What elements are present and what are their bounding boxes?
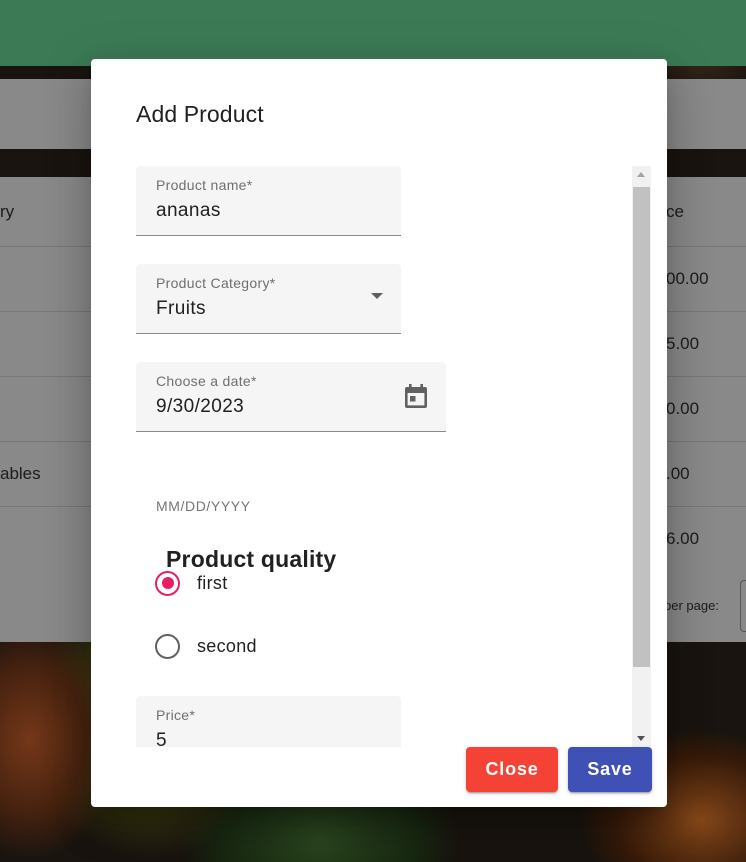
- quality-option-first-label: first: [197, 572, 228, 593]
- quality-option-second-label: second: [197, 635, 257, 656]
- scroll-down-arrow-icon[interactable]: [637, 736, 645, 741]
- add-product-dialog: Add Product Product name* ananas Product…: [91, 59, 667, 807]
- product-category-value: Fruits: [156, 298, 206, 319]
- dialog-scrollbar[interactable]: [632, 166, 651, 747]
- date-input[interactable]: 9/30/2023: [156, 396, 244, 418]
- date-format-hint: MM/DD/YYYY: [156, 498, 251, 514]
- product-category-label: Product Category*: [156, 275, 276, 291]
- dialog-title: Add Product: [136, 101, 264, 127]
- scroll-up-arrow-icon[interactable]: [637, 172, 645, 177]
- price-label: Price*: [156, 707, 196, 723]
- dialog-content: Product name* ananas Product Category* F…: [91, 166, 667, 747]
- close-button[interactable]: Close: [466, 747, 558, 792]
- arrow-drop-down-icon: [371, 293, 383, 299]
- product-name-field[interactable]: Product name* ananas: [136, 166, 401, 236]
- scrollbar-thumb[interactable]: [633, 187, 650, 667]
- quality-option-first[interactable]: first: [155, 569, 228, 597]
- product-category-select[interactable]: Product Category* Fruits: [136, 264, 401, 334]
- save-button[interactable]: Save: [568, 747, 652, 792]
- quality-option-second[interactable]: second: [155, 632, 257, 660]
- date-field[interactable]: Choose a date* 9/30/2023: [136, 362, 446, 432]
- radio-unchecked-icon[interactable]: [155, 633, 180, 659]
- calendar-icon[interactable]: [404, 383, 428, 409]
- radio-checked-icon[interactable]: [155, 570, 180, 596]
- product-name-label: Product name*: [156, 177, 253, 193]
- date-label: Choose a date*: [156, 373, 257, 389]
- price-input[interactable]: 5: [156, 730, 167, 747]
- product-name-input[interactable]: ananas: [156, 200, 221, 222]
- price-field[interactable]: Price* 5: [136, 696, 401, 747]
